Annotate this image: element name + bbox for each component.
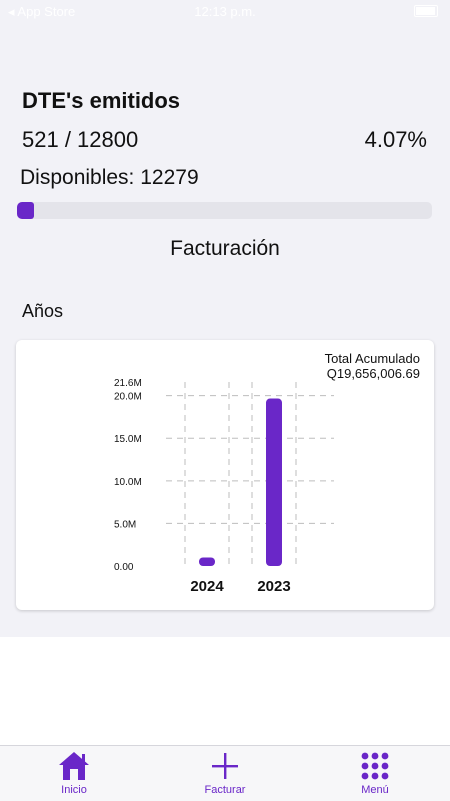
- yearly-chart-card: Total Acumulado Q19,656,006.69 0.00 5.0M 1…: [16, 340, 434, 610]
- y-tick-label: 20.0M: [114, 392, 142, 403]
- tab-menu-label: Menú: [361, 784, 389, 796]
- tab-facturar[interactable]: Facturar: [175, 746, 275, 801]
- x-tick-label: 2024: [190, 578, 224, 595]
- y-tick-label: 21.6M: [114, 378, 142, 389]
- bar-2024: [199, 557, 215, 566]
- usage-progress-bar: [17, 202, 432, 219]
- battery-icon: [414, 5, 438, 17]
- page-title: DTE's emitidos: [22, 88, 181, 113]
- status-bar: ◂ App Store 12:13 p.m.: [0, 0, 450, 22]
- home-icon: [59, 752, 89, 780]
- y-tick-label: 5.0M: [114, 519, 136, 530]
- tab-facturar-label: Facturar: [204, 784, 246, 796]
- tab-inicio-label: Inicio: [61, 784, 87, 796]
- usage-progress-fill: [17, 202, 34, 219]
- y-tick-label: 15.0M: [114, 434, 142, 445]
- bar-2023: [266, 398, 282, 566]
- status-time: 12:13 p.m.: [194, 4, 256, 19]
- grid-icon: [361, 752, 389, 780]
- tab-menu[interactable]: Menú: [325, 746, 425, 801]
- x-tick-label: 2023: [257, 578, 290, 595]
- section-title: Facturación: [170, 237, 280, 260]
- y-tick-label: 10.0M: [114, 477, 142, 488]
- dte-count: 521 / 12800: [22, 127, 139, 152]
- yearly-bar-chart: 0.00 5.0M 10.0M 15.0M 20.0M 21.6M 2024 2023: [114, 378, 334, 595]
- plus-icon: [212, 753, 238, 779]
- dte-percent: 4.07%: [364, 127, 427, 152]
- y-tick-label: 0.00: [114, 562, 134, 573]
- content-blank-area: [0, 637, 450, 745]
- tab-bar: Inicio Facturar Menú: [0, 745, 450, 801]
- dte-available: Disponibles: 12279: [20, 166, 199, 189]
- years-label: Años: [22, 301, 64, 321]
- tab-inicio[interactable]: Inicio: [24, 746, 124, 801]
